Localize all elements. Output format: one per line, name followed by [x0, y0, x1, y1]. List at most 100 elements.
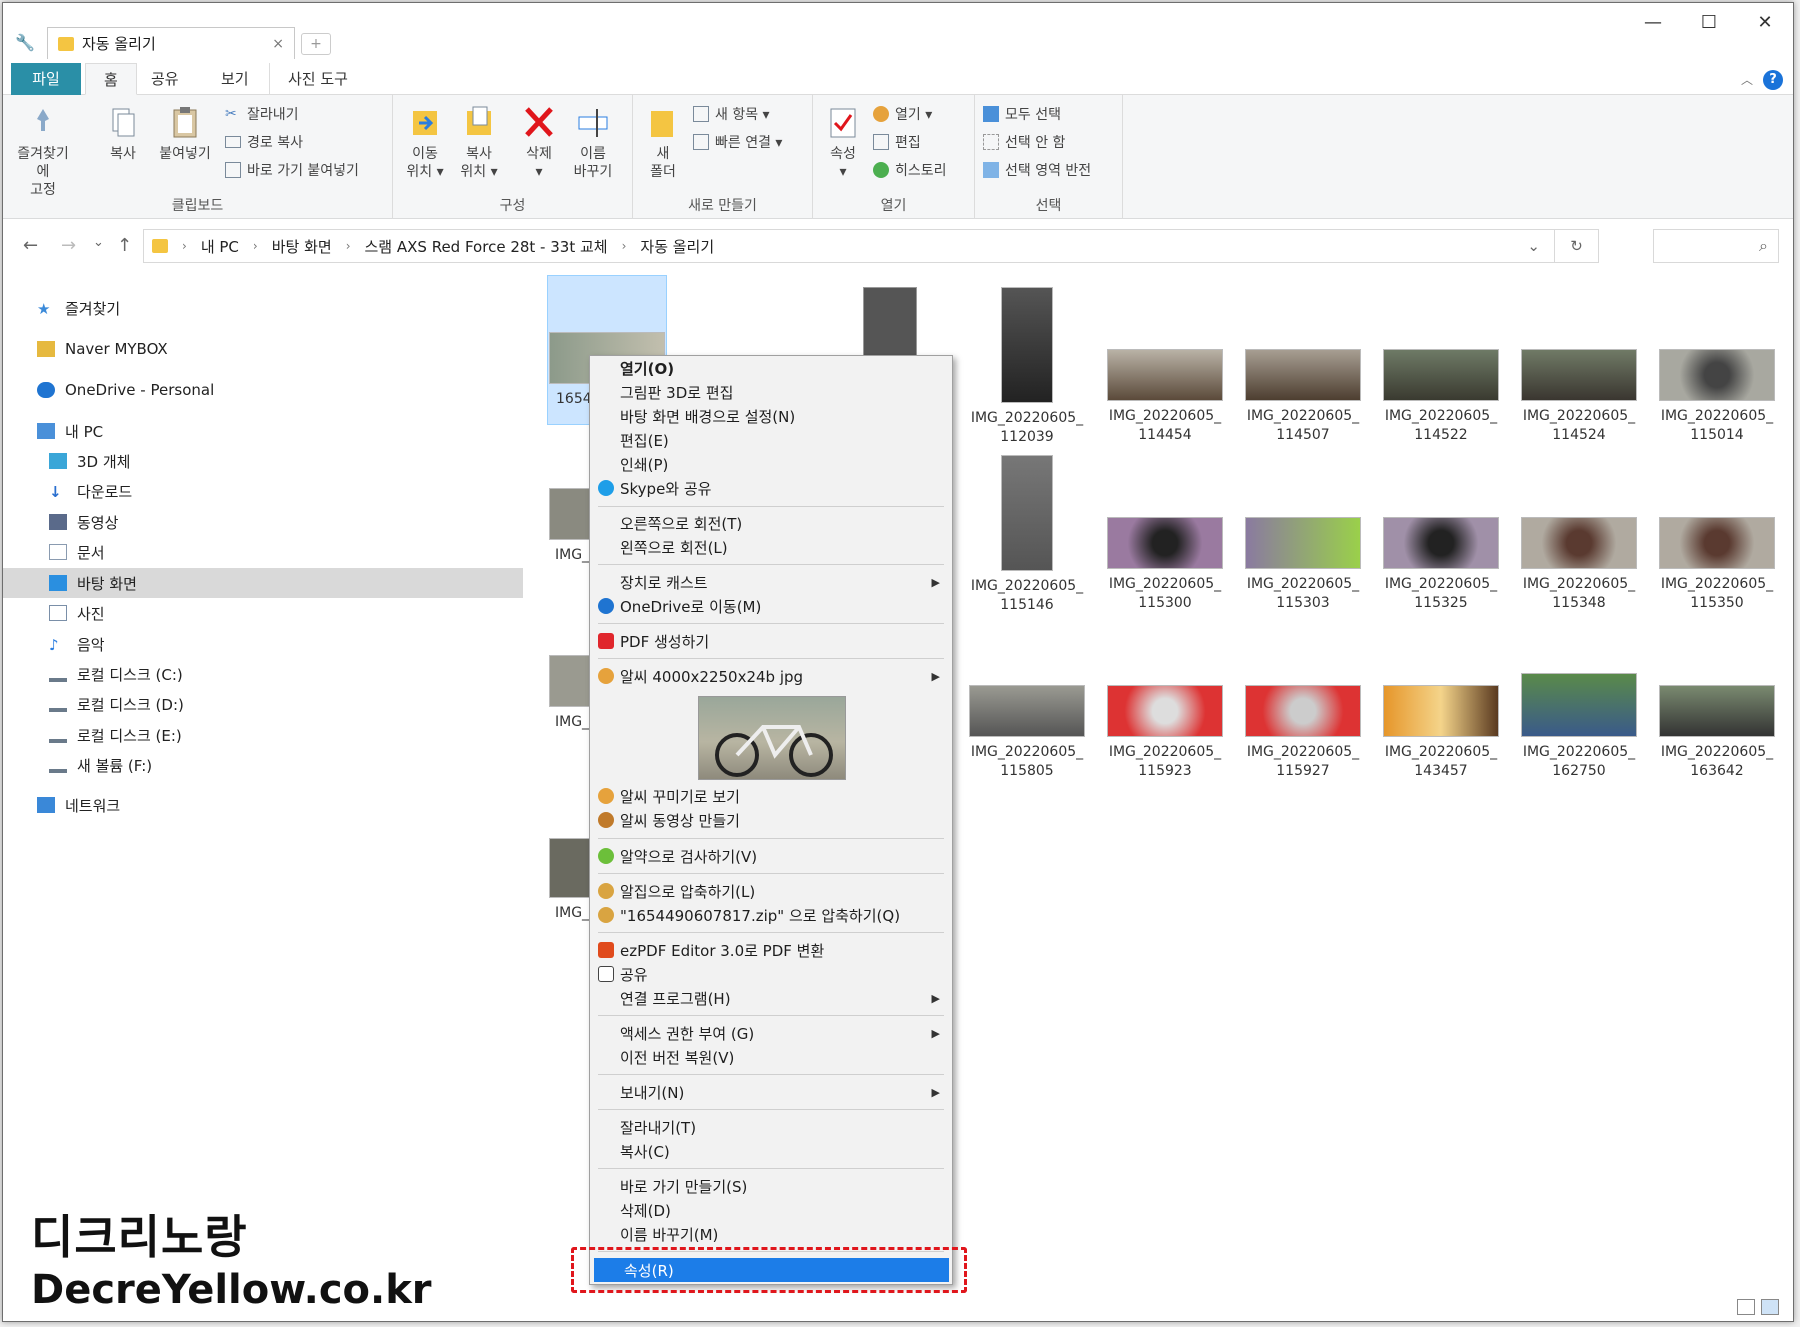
properties-button[interactable]: 속성 ▾	[813, 105, 873, 181]
edit-button[interactable]: 편집	[873, 131, 921, 153]
collapse-ribbon-icon[interactable]: ︿	[1741, 71, 1753, 88]
menu-item-print[interactable]: 인쇄(P)	[590, 452, 952, 476]
file-item[interactable]: IMG_20220605_ 114507	[1243, 349, 1363, 445]
file-item[interactable]: IMG_20220605_ 115303	[1243, 517, 1363, 613]
large-icons-view-icon[interactable]	[1761, 1299, 1779, 1315]
back-arrow-icon[interactable]: ←	[23, 235, 38, 256]
nav-item-drive-e[interactable]: 로컬 디스크 (E:)	[3, 720, 523, 750]
nav-item-documents[interactable]: 문서	[3, 537, 523, 567]
delete-button[interactable]: 삭제 ▾	[509, 105, 569, 181]
file-item[interactable]: IMG_20220605_ 115348	[1519, 517, 1639, 613]
menu-item-alyac[interactable]: 알약으로 검사하기(V)	[590, 844, 952, 868]
select-all-button[interactable]: 모두 선택	[983, 103, 1061, 125]
file-item[interactable]: IMG_20220605_ 112039	[967, 287, 1087, 447]
nav-item-onedrive[interactable]: OneDrive - Personal	[3, 375, 523, 405]
tab-close-icon[interactable]: ×	[272, 36, 284, 52]
invert-selection-button[interactable]: 선택 영역 반전	[983, 159, 1091, 181]
file-item[interactable]: IMG_20220605_ 163642	[1657, 685, 1777, 781]
file-item[interactable]: IMG_20220605_ 115923	[1105, 685, 1225, 781]
copy-path-button[interactable]: 경로 복사	[225, 131, 303, 153]
nav-item-downloads[interactable]: ↓ 다운로드	[3, 476, 523, 506]
tab-current[interactable]: 자동 올리기 ×	[47, 27, 295, 59]
menu-item-create-shortcut[interactable]: 바로 가기 만들기(S)	[590, 1174, 952, 1198]
file-item[interactable]: IMG_20220605_ 115325	[1381, 517, 1501, 613]
nav-item-network[interactable]: 네트워크	[3, 790, 523, 820]
file-item[interactable]: IMG_20220605_ 114524	[1519, 349, 1639, 445]
file-item[interactable]: IMG_20220605_ 115300	[1105, 517, 1225, 613]
menu-item-alzip-named[interactable]: "1654490607817.zip" 으로 압축하기(Q)	[590, 903, 952, 927]
history-button[interactable]: 히스토리	[873, 159, 947, 181]
new-item-button[interactable]: 새 항목 ▾	[693, 103, 770, 125]
refresh-icon[interactable]: ↻	[1554, 230, 1598, 262]
menu-item-alsee-video[interactable]: 알씨 동영상 만들기	[590, 808, 952, 832]
details-view-icon[interactable]	[1737, 1299, 1755, 1315]
search-input[interactable]: ⌕	[1653, 229, 1779, 263]
file-item[interactable]: IMG_20220605_ 143457	[1381, 685, 1501, 781]
nav-item-music[interactable]: ♪ 음악	[3, 629, 523, 659]
nav-item-quick-access[interactable]: ★ 즐겨찾기	[3, 293, 523, 323]
file-item[interactable]: IMG_20220605_ 114522	[1381, 349, 1501, 445]
menu-item-skype[interactable]: Skype와 공유	[590, 476, 952, 500]
tab-picture-tools[interactable]: 사진 도구	[269, 63, 366, 95]
easy-access-button[interactable]: 빠른 연결 ▾	[693, 131, 782, 153]
menu-item-rotate-left[interactable]: 왼쪽으로 회전(L)	[590, 535, 952, 559]
select-none-button[interactable]: 선택 안 함	[983, 131, 1065, 153]
menu-item-share[interactable]: 공유	[590, 962, 952, 986]
breadcrumb-this-pc[interactable]: 내 PC	[201, 236, 239, 257]
menu-item-delete[interactable]: 삭제(D)	[590, 1198, 952, 1222]
file-item[interactable]: IMG_20220605_ 115805	[967, 685, 1087, 781]
nav-item-videos[interactable]: 동영상	[3, 507, 523, 537]
help-icon[interactable]: ?	[1763, 70, 1783, 90]
forward-arrow-icon[interactable]: →	[61, 235, 76, 256]
nav-item-pictures[interactable]: 사진	[3, 598, 523, 628]
new-folder-button[interactable]: 새 폴더	[633, 105, 693, 181]
rename-button[interactable]: 이름 바꾸기	[563, 105, 623, 181]
pin-to-quick-access-button[interactable]: 즐겨찾기에 고정	[13, 105, 73, 199]
menu-item-alzip[interactable]: 알집으로 압축하기(L)	[590, 879, 952, 903]
tab-file[interactable]: 파일	[11, 63, 81, 95]
nav-item-this-pc[interactable]: 내 PC	[3, 416, 523, 446]
menu-item-alsee-decorate[interactable]: 알씨 꾸미기로 보기	[590, 784, 952, 808]
file-item[interactable]: IMG_20220605_ 115146	[967, 455, 1087, 615]
breadcrumb-auto-upload[interactable]: 자동 올리기	[640, 236, 714, 257]
file-item[interactable]: IMG_20220605_ 162750	[1519, 673, 1639, 781]
menu-item-pdf[interactable]: PDF 생성하기	[590, 629, 952, 653]
breadcrumb-sram-folder[interactable]: 스램 AXS Red Force 28t - 33t 교체	[365, 236, 608, 257]
menu-item-alsee[interactable]: 알씨 4000x2250x24b jpg ▶	[590, 664, 952, 688]
menu-item-onedrive[interactable]: OneDrive로 이동(M)	[590, 594, 952, 618]
menu-item-copy[interactable]: 복사(C)	[590, 1139, 952, 1163]
file-item[interactable]: IMG_20220605_ 115014	[1657, 349, 1777, 445]
menu-item-set-wallpaper[interactable]: 바탕 화면 배경으로 설정(N)	[590, 404, 952, 428]
menu-item-send-to[interactable]: 보내기(N) ▶	[590, 1080, 952, 1104]
paste-button[interactable]: 붙여넣기	[155, 105, 215, 163]
file-item[interactable]: IMG_20220605_ 114454	[1105, 349, 1225, 445]
nav-item-drive-f[interactable]: 새 볼륨 (F:)	[3, 750, 523, 780]
nav-item-drive-c[interactable]: 로컬 디스크 (C:)	[3, 659, 523, 689]
paste-shortcut-button[interactable]: 바로 가기 붙여넣기	[225, 159, 359, 181]
recent-locations-icon[interactable]: ⌄	[93, 235, 104, 250]
file-item[interactable]: IMG_20220605_ 115350	[1657, 517, 1777, 613]
menu-item-open-with[interactable]: 연결 프로그램(H) ▶	[590, 986, 952, 1010]
menu-item-open[interactable]: 열기(O)	[590, 356, 952, 380]
menu-item-rename[interactable]: 이름 바꾸기(M)	[590, 1222, 952, 1246]
tab-home[interactable]: 홈	[85, 63, 137, 95]
copy-button[interactable]: 복사	[93, 105, 153, 163]
breadcrumb-desktop[interactable]: 바탕 화면	[272, 236, 332, 257]
nav-item-drive-d[interactable]: 로컬 디스크 (D:)	[3, 689, 523, 719]
menu-item-edit[interactable]: 편집(E)	[590, 428, 952, 452]
address-dropdown-icon[interactable]: ⌄	[1527, 237, 1540, 255]
nav-item-desktop[interactable]: 바탕 화면	[3, 568, 523, 598]
tab-view[interactable]: 보기	[203, 63, 267, 95]
tab-share[interactable]: 공유	[133, 63, 197, 95]
wrench-icon[interactable]: 🔧	[15, 33, 35, 52]
up-arrow-icon[interactable]: ↑	[117, 235, 132, 256]
move-to-button[interactable]: 이동 위치 ▾	[395, 105, 455, 181]
minimize-button[interactable]: —	[1625, 9, 1681, 39]
new-tab-button[interactable]: +	[301, 33, 331, 55]
menu-item-restore-versions[interactable]: 이전 버전 복원(V)	[590, 1045, 952, 1069]
address-bar[interactable]: › 내 PC › 바탕 화면 › 스램 AXS Red Force 28t - …	[143, 229, 1599, 263]
open-button[interactable]: 열기 ▾	[873, 103, 932, 125]
menu-item-cut[interactable]: 잘라내기(T)	[590, 1115, 952, 1139]
close-button[interactable]: ✕	[1737, 9, 1793, 39]
cut-button[interactable]: ✂ 잘라내기	[225, 103, 299, 125]
